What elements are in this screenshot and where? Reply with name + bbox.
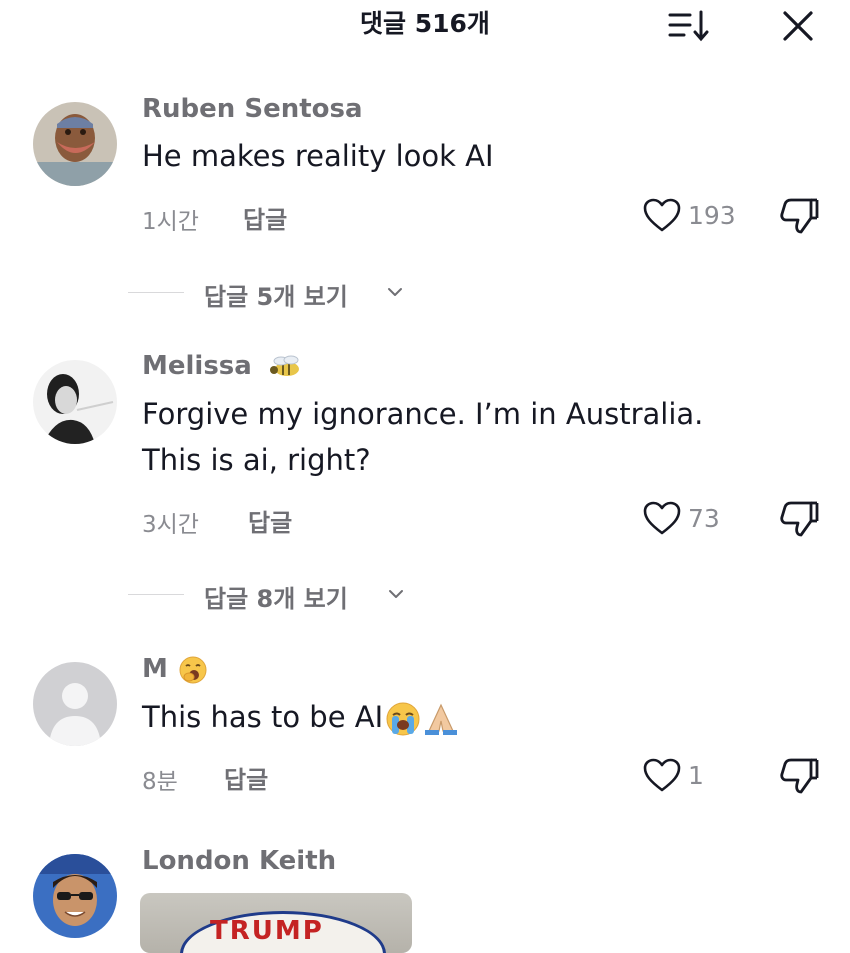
reply-button[interactable]: 답글 <box>224 760 268 795</box>
dislike-icon[interactable] <box>777 194 821 236</box>
comment-username[interactable]: Melissa <box>142 351 303 381</box>
like-count: 193 <box>688 200 736 230</box>
view-replies-button[interactable]: 답글 5개 보기 <box>0 273 850 313</box>
dislike-icon[interactable] <box>777 497 821 539</box>
comment-text: This has to be AI <box>142 694 461 740</box>
comment-username[interactable]: M <box>142 654 208 685</box>
avatar[interactable] <box>33 360 117 444</box>
comments-header: 댓글 516개 <box>0 0 850 50</box>
comment-username[interactable]: Ruben Sentosa <box>142 94 363 124</box>
comment-text: This is ai, right? <box>142 443 371 477</box>
divider-line <box>128 292 184 293</box>
avatar[interactable] <box>33 102 117 186</box>
chevron-down-icon <box>389 590 403 598</box>
avatar[interactable] <box>33 854 117 938</box>
bee-emoji <box>269 355 299 376</box>
view-replies-label: 답글 8개 보기 <box>204 585 348 613</box>
divider-line <box>128 594 184 595</box>
avatar[interactable] <box>33 662 117 746</box>
loudly-crying-face-emoji <box>386 702 420 736</box>
comment-text: Forgive my ignorance. I’m in Australia. <box>142 397 704 431</box>
image-text: TRUMP <box>210 916 324 946</box>
view-replies-label: 답글 5개 보기 <box>204 283 348 311</box>
comments-title: 댓글 516개 <box>360 9 490 38</box>
folded-hands-emoji <box>425 703 458 735</box>
close-icon[interactable] <box>780 8 816 44</box>
heart-icon <box>643 758 681 792</box>
reply-button[interactable]: 답글 <box>243 200 287 235</box>
dislike-icon[interactable] <box>777 754 821 796</box>
reply-button[interactable]: 답글 <box>248 503 292 538</box>
comment-text: He makes reality look AI <box>142 139 494 173</box>
heart-icon <box>643 198 681 232</box>
like-button[interactable]: 193 <box>642 197 736 233</box>
chevron-down-icon <box>388 288 402 296</box>
view-replies-button[interactable]: 답글 8개 보기 <box>0 575 850 615</box>
heart-icon <box>643 501 681 535</box>
comment-username[interactable]: London Keith <box>142 846 336 876</box>
yawning-face-emoji <box>179 656 207 683</box>
comment-time: 8분 <box>142 769 178 795</box>
like-count: 1 <box>688 760 704 790</box>
comment-time: 3시간 <box>142 512 199 538</box>
comment-time: 1시간 <box>142 209 199 235</box>
like-count: 73 <box>688 503 720 533</box>
like-button[interactable]: 1 <box>642 757 704 793</box>
sort-icon[interactable] <box>666 8 712 42</box>
comment-image[interactable]: TRUMP <box>140 893 412 953</box>
like-button[interactable]: 73 <box>642 500 720 536</box>
